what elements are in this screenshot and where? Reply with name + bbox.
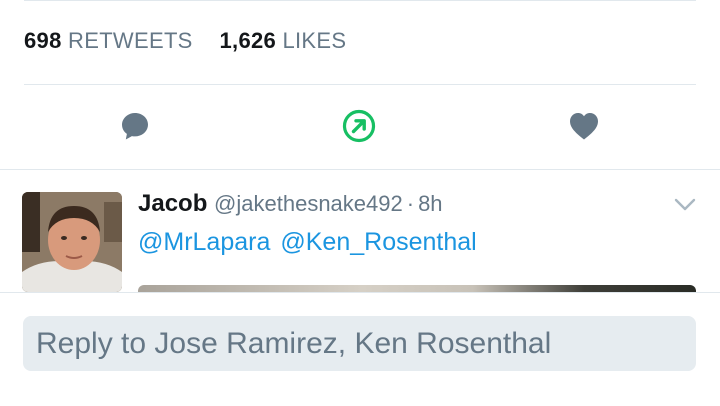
top-divider bbox=[24, 0, 696, 1]
reply-composer[interactable] bbox=[23, 316, 696, 371]
tweet-text: @MrLapara @Ken_Rosenthal bbox=[138, 228, 487, 257]
retweets-stat[interactable]: 698 RETWEETS bbox=[24, 28, 199, 53]
tweet-media-preview[interactable] bbox=[138, 285, 696, 292]
retweet-icon bbox=[342, 109, 376, 143]
stats-divider bbox=[24, 84, 696, 85]
reply-input[interactable] bbox=[36, 326, 696, 361]
avatar[interactable] bbox=[22, 192, 122, 292]
reply-button[interactable] bbox=[113, 107, 157, 145]
mention-link[interactable]: @Ken_Rosenthal bbox=[280, 228, 476, 256]
likes-count: 1,626 bbox=[219, 28, 277, 53]
reply-icon bbox=[119, 110, 151, 142]
author-name[interactable]: Jacob bbox=[138, 190, 207, 217]
reply-tweet[interactable]: Jacob @jakethesnake492 · 8h @MrLapara @Ken_… bbox=[0, 170, 720, 292]
heart-icon bbox=[568, 111, 600, 141]
likes-stat[interactable]: 1,626 LIKES bbox=[220, 28, 347, 53]
chevron-down-icon bbox=[674, 198, 696, 216]
retweet-button[interactable] bbox=[337, 107, 381, 145]
likes-label: LIKES bbox=[282, 28, 347, 53]
mention-link[interactable]: @MrLapara bbox=[138, 228, 270, 256]
like-button[interactable] bbox=[562, 107, 606, 145]
retweets-count: 698 bbox=[24, 28, 62, 53]
author-handle[interactable]: @jakethesnake492 bbox=[214, 191, 403, 216]
tweet-options-button[interactable] bbox=[674, 198, 696, 212]
retweets-label: RETWEETS bbox=[68, 28, 193, 53]
header-separator: · bbox=[406, 191, 415, 216]
engagement-stats: 698 RETWEETS 1,626 LIKES bbox=[24, 28, 346, 54]
tweet-header: Jacob @jakethesnake492 · 8h bbox=[138, 190, 443, 218]
tweet-timestamp[interactable]: 8h bbox=[418, 191, 442, 216]
tweet-action-bar bbox=[0, 95, 720, 157]
